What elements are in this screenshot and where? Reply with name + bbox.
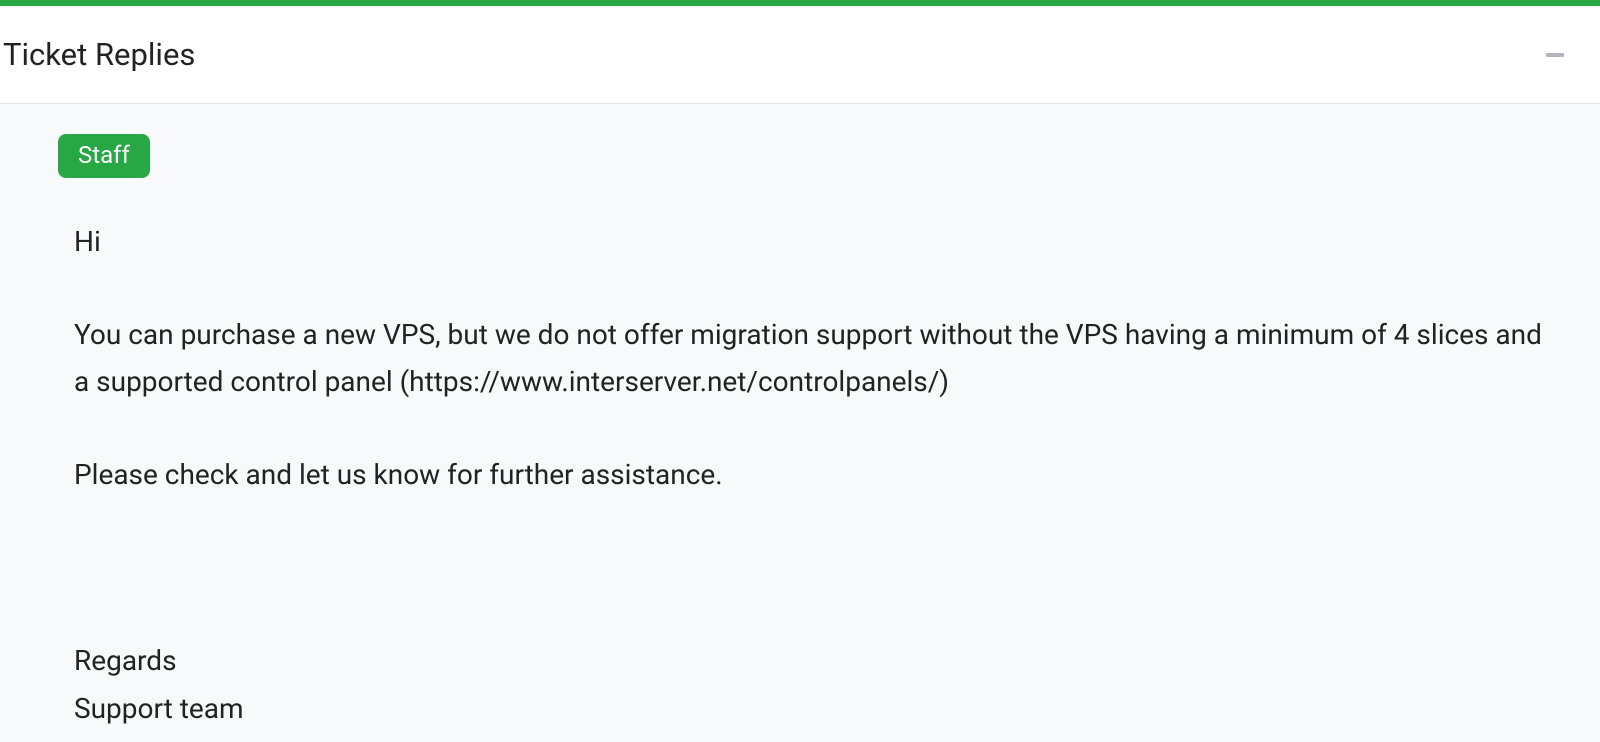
panel-title: Ticket Replies [3, 36, 195, 73]
reply-team: Support team [74, 685, 1542, 733]
reply-message: Hi You can purchase a new VPS, but we do… [58, 218, 1542, 732]
reply-signoff: Regards [74, 637, 1542, 685]
collapse-icon[interactable] [1546, 53, 1564, 57]
reply-blank [74, 544, 1542, 591]
panel-body: Staff Hi You can purchase a new VPS, but… [0, 104, 1600, 742]
panel-header: Ticket Replies [0, 6, 1600, 104]
reply-signature: Regards Support team [74, 637, 1542, 732]
staff-badge: Staff [58, 134, 150, 178]
reply-followup: Please check and let us know for further… [74, 451, 1542, 498]
reply-body: You can purchase a new VPS, but we do no… [74, 311, 1542, 405]
reply-greeting: Hi [74, 218, 1542, 265]
ticket-replies-panel: Ticket Replies Staff Hi You can purchase… [0, 6, 1600, 742]
